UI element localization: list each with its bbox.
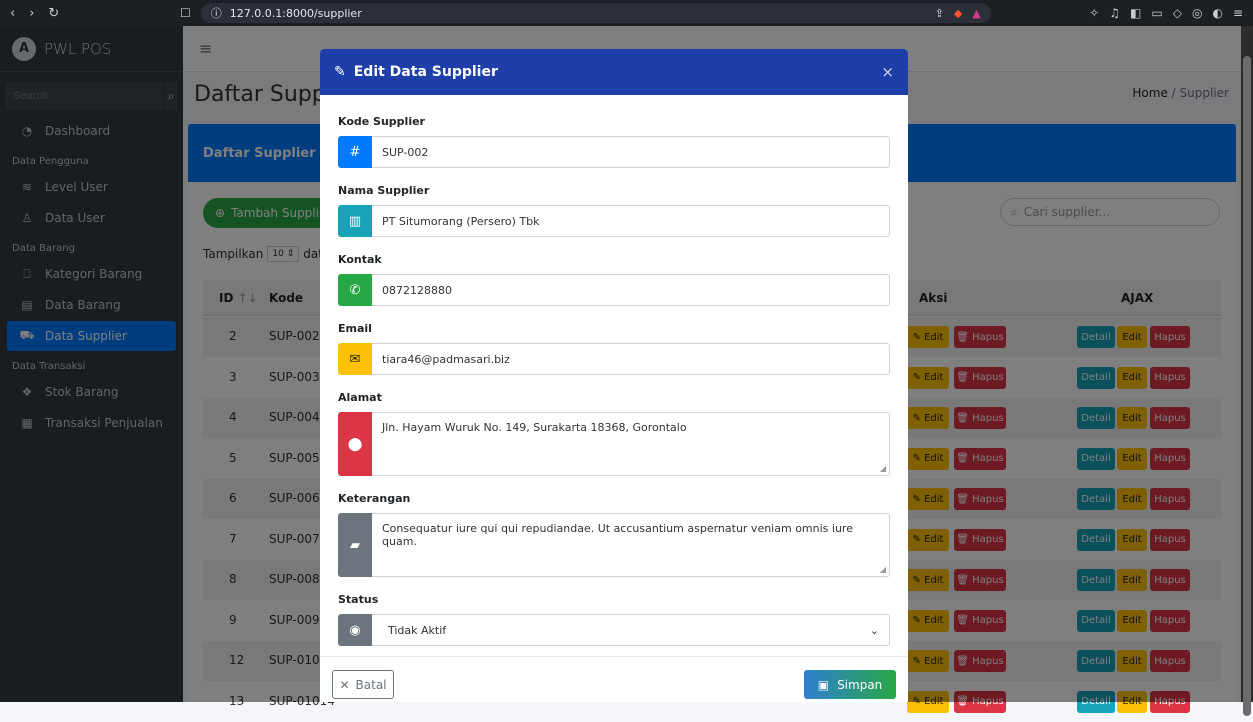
alamat-textarea[interactable]: Jln. Hayam Wuruk No. 149, Surakarta 1836…: [372, 412, 890, 476]
sticky-note-icon: ▰: [338, 513, 372, 577]
building-icon: ▥: [338, 205, 372, 237]
cancel-button[interactable]: ✕ Batal: [332, 670, 394, 699]
kode-supplier-input[interactable]: SUP-002: [372, 136, 890, 168]
alamat-label: Alamat: [338, 391, 382, 404]
modal-title: ✎ Edit Data Supplier: [334, 64, 498, 80]
music-icon[interactable]: ♫: [1109, 6, 1120, 20]
scrollbar-thumb[interactable]: [1243, 56, 1251, 716]
status-selected-value: Tidak Aktif: [388, 623, 447, 637]
email-input[interactable]: tiara46@padmasari.biz: [372, 343, 890, 375]
kontak-label: Kontak: [338, 253, 382, 266]
save-icon: ▣: [817, 677, 830, 692]
sidebar-toggle-icon[interactable]: ◧: [1130, 6, 1141, 20]
toggle-icon: ◉: [338, 614, 372, 646]
chevron-down-icon: ⌄: [869, 623, 879, 637]
modal-header: ✎ Edit Data Supplier ×: [320, 49, 908, 95]
phone-icon: ✆: [338, 274, 372, 306]
status-label: Status: [338, 593, 379, 606]
tabs-icon[interactable]: ▭: [1151, 6, 1162, 20]
url-text: 127.0.0.1:8000/supplier: [229, 6, 362, 20]
address-bar[interactable]: ⓘ 127.0.0.1:8000/supplier ⇪ ◆ ▲: [200, 3, 991, 23]
status-select[interactable]: Tidak Aktif ⌄: [372, 614, 890, 646]
browser-toolbar: ‹ › ↻ ☐ ⓘ 127.0.0.1:8000/supplier ⇪ ◆ ▲ …: [0, 0, 1253, 26]
modal-footer: ✕ Batal ▣ Simpan: [320, 656, 908, 702]
forward-icon[interactable]: ›: [29, 6, 34, 21]
shield-icon[interactable]: ◆: [954, 7, 962, 20]
hash-icon: #: [338, 136, 372, 168]
site-info-icon[interactable]: ⓘ: [211, 5, 222, 21]
modal-form: Kode Supplier # SUP-002 Nama Supplier ▥ …: [320, 95, 908, 646]
keterangan-group: ▰ Consequatur iure qui qui repudiandae. …: [338, 513, 890, 577]
alamat-text: Jln. Hayam Wuruk No. 149, Surakarta 1836…: [382, 421, 687, 434]
wallet-icon[interactable]: ◇: [1173, 6, 1182, 20]
kode-supplier-group: # SUP-002: [338, 136, 890, 168]
share-icon[interactable]: ⇪: [935, 7, 944, 20]
envelope-icon: ✉: [338, 343, 372, 375]
close-icon[interactable]: ×: [881, 63, 894, 81]
nama-supplier-input[interactable]: PT Situmorang (Persero) Tbk: [372, 205, 890, 237]
page-scrollbar[interactable]: [1241, 26, 1253, 716]
map-marker-icon: ⬤: [338, 412, 372, 476]
resize-handle-icon[interactable]: ◢: [880, 565, 886, 574]
kontak-group: ✆ 0872128880: [338, 274, 890, 306]
menu-icon[interactable]: ≡: [1233, 6, 1243, 20]
profile-icon[interactable]: ◐: [1212, 6, 1222, 20]
vpn-icon[interactable]: ◎: [1192, 6, 1202, 20]
email-group: ✉ tiara46@padmasari.biz: [338, 343, 890, 375]
save-button-label: Simpan: [837, 677, 883, 692]
resize-handle-icon[interactable]: ◢: [880, 464, 886, 473]
extension-icon[interactable]: ✧: [1089, 6, 1099, 20]
close-icon: ✕: [339, 677, 350, 692]
nama-supplier-group: ▥ PT Situmorang (Persero) Tbk: [338, 205, 890, 237]
back-icon[interactable]: ‹: [10, 6, 15, 21]
save-button[interactable]: ▣ Simpan: [804, 670, 896, 699]
bookmark-icon[interactable]: ☐: [180, 6, 191, 20]
keterangan-text: Consequatur iure qui qui repudiandae. Ut…: [382, 522, 853, 548]
reload-icon[interactable]: ↻: [48, 6, 59, 21]
keterangan-label: Keterangan: [338, 492, 411, 505]
status-group: ◉ Tidak Aktif ⌄: [338, 614, 890, 646]
edit-supplier-modal: ✎ Edit Data Supplier × Kode Supplier # S…: [320, 49, 908, 702]
rewards-icon[interactable]: ▲: [972, 7, 980, 20]
email-label: Email: [338, 322, 372, 335]
edit-icon: ✎: [334, 64, 346, 80]
modal-title-text: Edit Data Supplier: [353, 64, 498, 80]
kontak-input[interactable]: 0872128880: [372, 274, 890, 306]
alamat-group: ⬤ Jln. Hayam Wuruk No. 149, Surakarta 18…: [338, 412, 890, 476]
kode-supplier-label: Kode Supplier: [338, 115, 425, 128]
nama-supplier-label: Nama Supplier: [338, 184, 430, 197]
keterangan-textarea[interactable]: Consequatur iure qui qui repudiandae. Ut…: [372, 513, 890, 577]
cancel-button-label: Batal: [355, 677, 387, 692]
